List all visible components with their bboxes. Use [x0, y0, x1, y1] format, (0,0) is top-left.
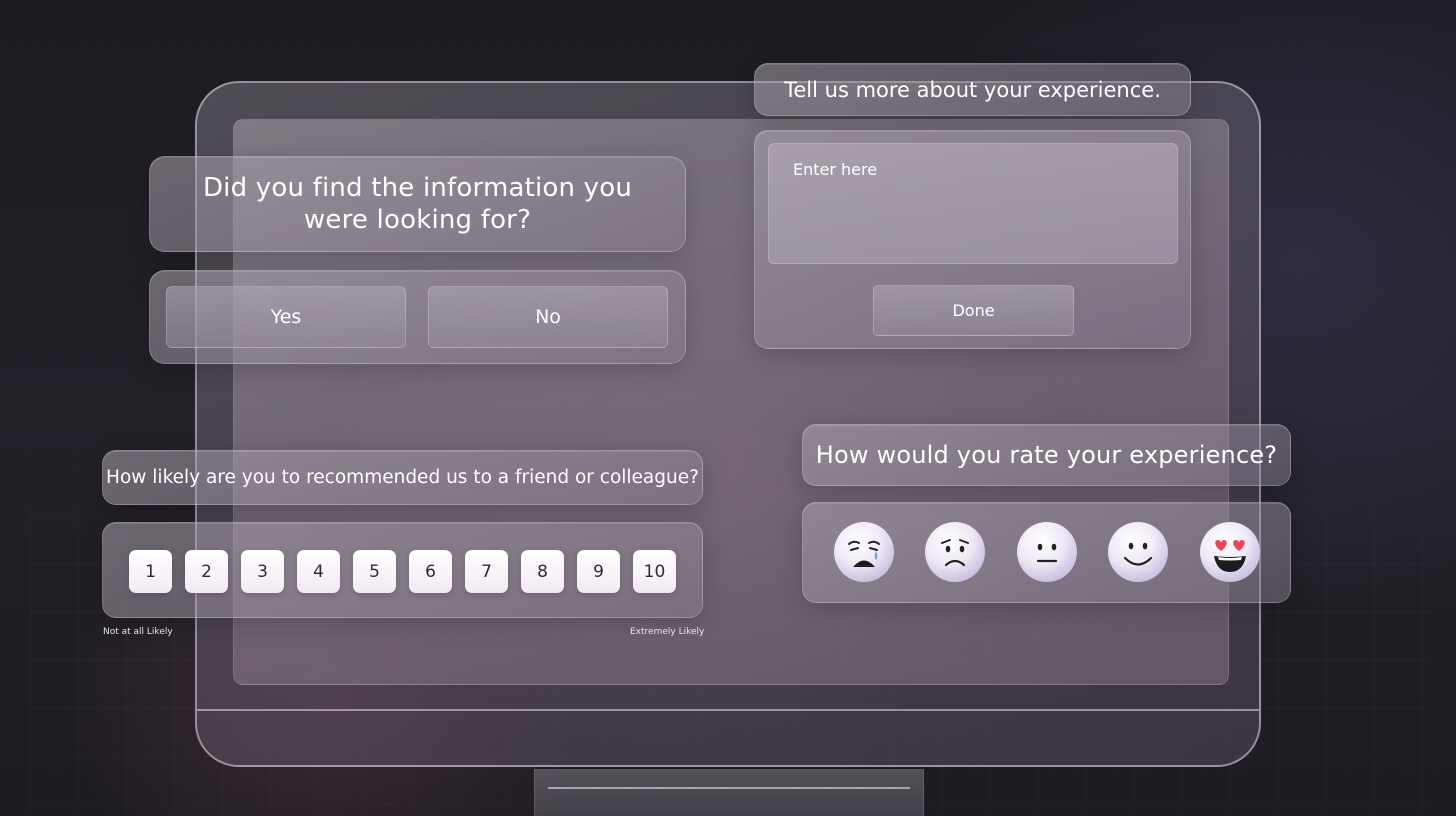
question-rate-experience-title: How would you rate your experience?: [802, 424, 1291, 486]
nps-option-7[interactable]: 7: [465, 550, 508, 593]
nps-option-5[interactable]: 5: [353, 550, 396, 593]
nps-option-8[interactable]: 8: [521, 550, 564, 593]
feedback-form-panel: Enter here Done: [754, 130, 1191, 349]
done-button[interactable]: Done: [873, 285, 1074, 336]
monitor-stand: [534, 769, 924, 816]
question-tell-us-more-title: Tell us more about your experience.: [754, 63, 1191, 116]
smiling-face-icon[interactable]: [1107, 521, 1169, 583]
nps-option-4[interactable]: 4: [297, 550, 340, 593]
nps-high-label: Extremely Likely: [630, 627, 705, 637]
nps-option-3[interactable]: 3: [241, 550, 284, 593]
question-information-found-title: Did you find the information you were lo…: [149, 156, 686, 252]
question-text: Tell us more about your experience.: [784, 77, 1161, 102]
crying-face-icon[interactable]: [833, 521, 895, 583]
emoji-rating-panel: [802, 502, 1291, 603]
nps-scale-row: 1 2 3 4 5 6 7 8 9 10: [129, 550, 681, 594]
nps-scale-panel: 1 2 3 4 5 6 7 8 9 10: [102, 522, 703, 618]
monitor-stand-line: [548, 787, 910, 789]
no-button[interactable]: No: [428, 286, 668, 348]
nps-option-2[interactable]: 2: [185, 550, 228, 593]
yes-no-options-panel: Yes No: [149, 270, 686, 364]
question-recommend-title: How likely are you to recommended us to …: [102, 450, 703, 505]
nps-option-6[interactable]: 6: [409, 550, 452, 593]
nps-option-9[interactable]: 9: [577, 550, 620, 593]
neutral-face-icon[interactable]: [1016, 521, 1078, 583]
monitor-chin-divider: [197, 709, 1259, 711]
nps-option-10[interactable]: 10: [633, 550, 676, 593]
heart-eyes-face-icon[interactable]: [1199, 521, 1261, 583]
question-text: How would you rate your experience?: [815, 441, 1278, 469]
sad-face-icon[interactable]: [924, 521, 986, 583]
feedback-textarea[interactable]: Enter here: [768, 143, 1178, 264]
yes-button[interactable]: Yes: [166, 286, 406, 348]
question-text: How likely are you to recommended us to …: [106, 467, 699, 488]
survey-showcase: Did you find the information you were lo…: [0, 0, 1456, 816]
nps-low-label: Not at all Likely: [103, 627, 173, 637]
question-text: Did you find the information you were lo…: [202, 173, 633, 235]
nps-option-1[interactable]: 1: [129, 550, 172, 593]
